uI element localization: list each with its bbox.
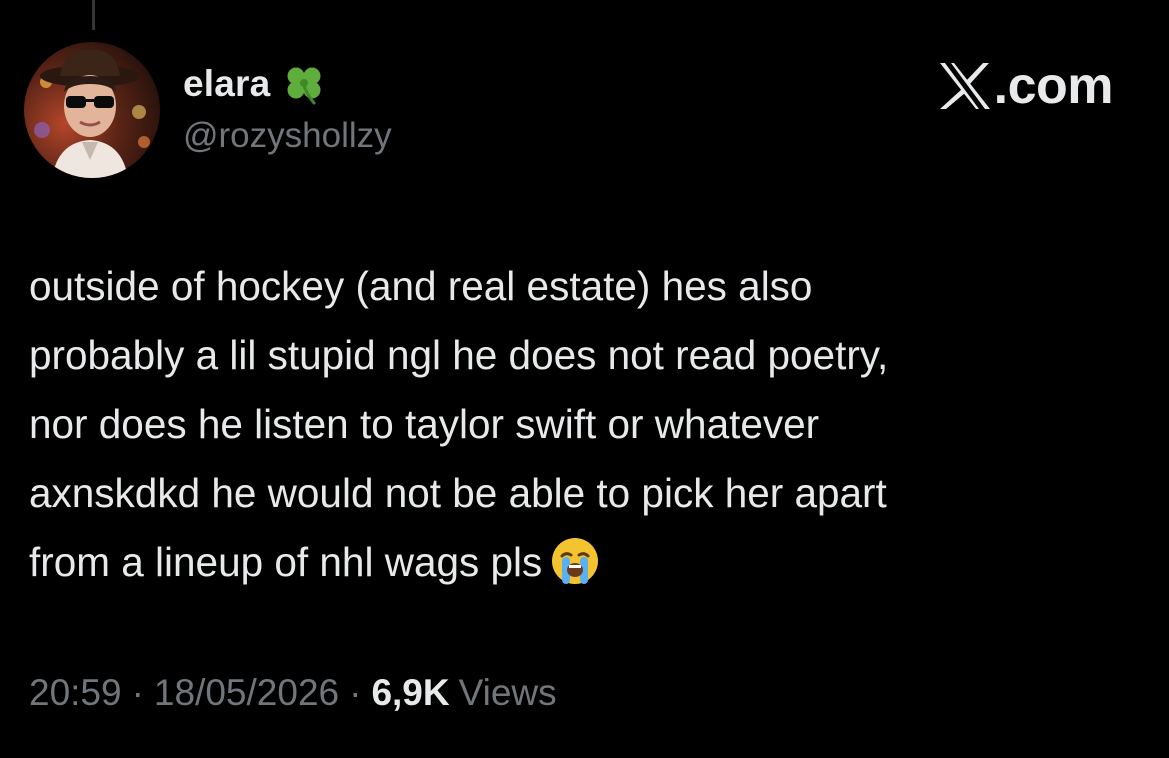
x-logo-icon <box>938 61 992 111</box>
loudly-crying-face-icon <box>550 536 600 586</box>
four-leaf-clover-icon <box>282 62 326 106</box>
profile-photo <box>24 42 160 178</box>
views-label[interactable]: Views <box>459 672 557 714</box>
author-display-name[interactable]: elara <box>183 63 270 105</box>
thread-connector-line <box>92 0 95 30</box>
tweet-time[interactable]: 20:59 <box>29 672 122 714</box>
meta-separator: · <box>131 672 144 713</box>
views-count[interactable]: 6,9K <box>371 672 449 714</box>
brand-domain-suffix: .com <box>993 57 1114 115</box>
tweet-body: outside of hockey (and real estate) hes … <box>29 252 1139 597</box>
meta-separator: · <box>349 672 362 713</box>
tweet-metadata: 20:59 · 18/05/2026 · 6,9K Views <box>29 672 557 714</box>
tweet-date[interactable]: 18/05/2026 <box>154 672 339 714</box>
tweet-text: outside of hockey (and real estate) hes … <box>29 263 889 585</box>
author-handle[interactable]: @rozyshollzy <box>183 116 392 156</box>
author-name-row[interactable]: elara <box>183 58 326 110</box>
avatar[interactable] <box>24 42 160 178</box>
brand-watermark: .com <box>938 56 1114 116</box>
